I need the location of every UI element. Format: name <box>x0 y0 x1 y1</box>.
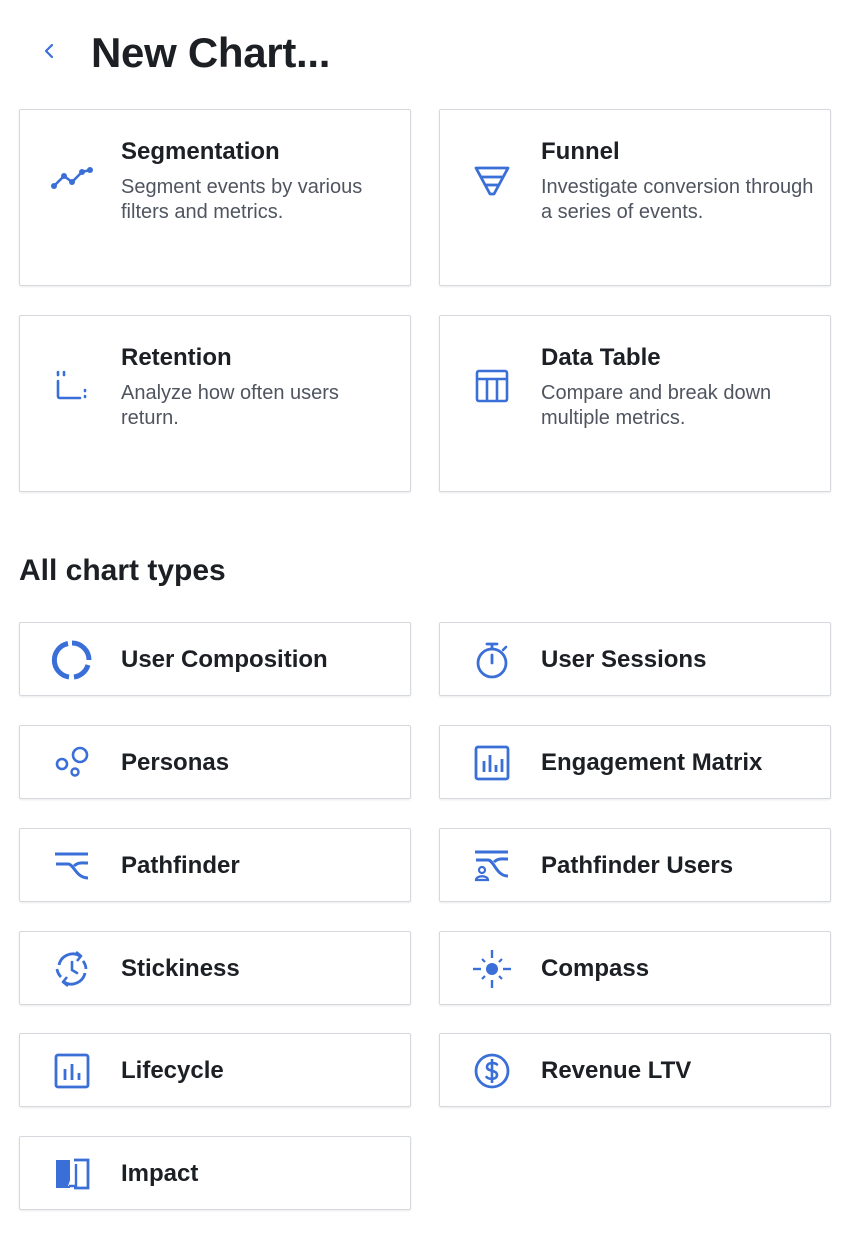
funnel-icon <box>470 158 514 202</box>
card-title: Data Table <box>541 344 661 371</box>
compass-card[interactable]: Compass <box>439 931 831 1005</box>
card-description: Investigate conversion through a series … <box>541 176 814 223</box>
impact-icon <box>50 1152 94 1196</box>
segmentation-card[interactable]: Segmentation Segment events by various f… <box>19 109 411 286</box>
data-table-card[interactable]: Data Table Compare and break down multip… <box>439 315 831 492</box>
card-title: Engagement Matrix <box>541 749 763 776</box>
stickiness-icon <box>50 947 94 991</box>
user-composition-card[interactable]: User Composition <box>19 622 411 696</box>
stickiness-card[interactable]: Stickiness <box>19 931 411 1005</box>
card-title: Lifecycle <box>121 1057 224 1084</box>
data-table-icon <box>470 364 514 408</box>
pathfinder-users-icon <box>470 844 514 888</box>
section-heading: All chart types <box>19 554 226 587</box>
card-title: Retention <box>121 344 232 371</box>
card-title: Funnel <box>541 138 620 165</box>
back-button[interactable] <box>34 36 64 66</box>
card-title: Pathfinder <box>121 852 240 879</box>
card-title: User Sessions <box>541 646 707 673</box>
card-title: Personas <box>121 749 230 776</box>
card-title: Stickiness <box>121 955 240 982</box>
compass-icon <box>470 947 514 991</box>
retention-card[interactable]: Retention Analyze how often users return… <box>19 315 411 492</box>
card-description: Segment events by various filters and me… <box>121 176 363 223</box>
pathfinder-card[interactable]: Pathfinder <box>19 828 411 902</box>
retention-icon <box>50 364 94 408</box>
card-description: Compare and break down multiple metrics. <box>541 382 772 429</box>
card-description: Analyze how often users return. <box>121 382 339 429</box>
dollar-icon <box>470 1049 514 1093</box>
engagement-matrix-card[interactable]: Engagement Matrix <box>439 725 831 799</box>
user-composition-icon <box>50 638 94 682</box>
card-title: Revenue LTV <box>541 1057 692 1084</box>
card-title: Pathfinder Users <box>541 852 734 879</box>
personas-icon <box>50 741 94 785</box>
lifecycle-card[interactable]: Lifecycle <box>19 1033 411 1107</box>
impact-card[interactable]: Impact <box>19 1136 411 1210</box>
engagement-matrix-icon <box>470 741 514 785</box>
page-title: New Chart... <box>91 29 331 76</box>
stopwatch-icon <box>470 638 514 682</box>
personas-card[interactable]: Personas <box>19 725 411 799</box>
card-title: User Composition <box>121 646 328 673</box>
segmentation-icon <box>50 158 94 202</box>
card-title: Compass <box>541 955 650 982</box>
pathfinder-icon <box>50 844 94 888</box>
revenue-ltv-card[interactable]: Revenue LTV <box>439 1033 831 1107</box>
funnel-card[interactable]: Funnel Investigate conversion through a … <box>439 109 831 286</box>
card-title: Segmentation <box>121 138 280 165</box>
lifecycle-icon <box>50 1049 94 1093</box>
card-title: Impact <box>121 1160 199 1187</box>
header: New Chart... <box>0 0 858 100</box>
pathfinder-users-card[interactable]: Pathfinder Users <box>439 828 831 902</box>
chevron-left-icon <box>44 43 54 59</box>
user-sessions-card[interactable]: User Sessions <box>439 622 831 696</box>
